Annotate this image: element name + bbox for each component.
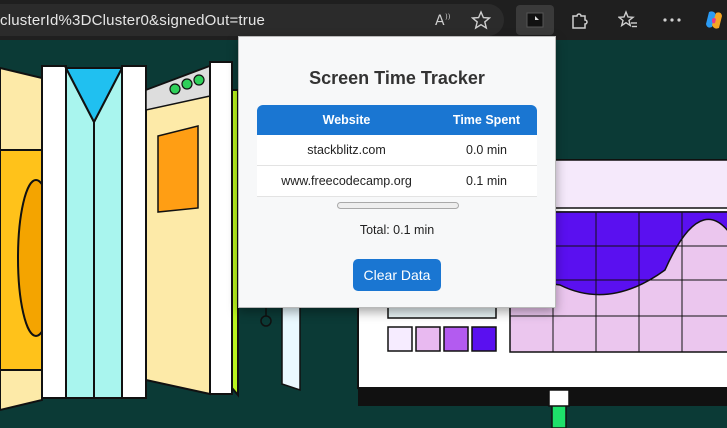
read-aloud-icon[interactable]: A)) [430,6,458,34]
table-row: stackblitz.com 0.0 min [257,135,537,166]
svg-text:A: A [435,13,445,29]
screen-time-tracker-popup: Screen Time Tracker Website Time Spent s… [238,36,556,308]
browser-toolbar: clusterId%3DCluster0&signedOut=true A)) [0,0,727,41]
extensions-puzzle-icon[interactable] [565,6,593,34]
total-time: Total: 0.1 min [359,223,435,237]
website-cell: stackblitz.com [307,143,386,157]
column-header-website: Website [322,113,371,127]
address-bar[interactable]: clusterId%3DCluster0&signedOut=true [0,4,504,36]
time-cell: 0.0 min [466,143,507,157]
svg-text:)): )) [445,13,451,21]
time-table: Website Time Spent stackblitz.com 0.0 mi… [257,105,537,197]
address-text[interactable]: clusterId%3DCluster0&signedOut=true [0,12,265,29]
favorite-star-icon[interactable] [467,6,495,34]
favorites-list-icon[interactable] [614,6,642,34]
popup-title: Screen Time Tracker [309,68,485,88]
column-header-time-spent: Time Spent [452,113,521,127]
extension-tracker-icon[interactable] [516,5,554,35]
website-cell: www.freecodecamp.org [281,174,412,188]
time-cell: 0.1 min [466,174,507,188]
table-row: www.freecodecamp.org 0.1 min [257,166,537,197]
copilot-icon[interactable] [700,6,727,34]
clear-data-button[interactable]: Clear Data [353,259,441,291]
horizontal-scrollbar[interactable] [337,202,459,209]
more-icon[interactable] [658,6,686,34]
table-header: Website Time Spent [257,105,537,135]
